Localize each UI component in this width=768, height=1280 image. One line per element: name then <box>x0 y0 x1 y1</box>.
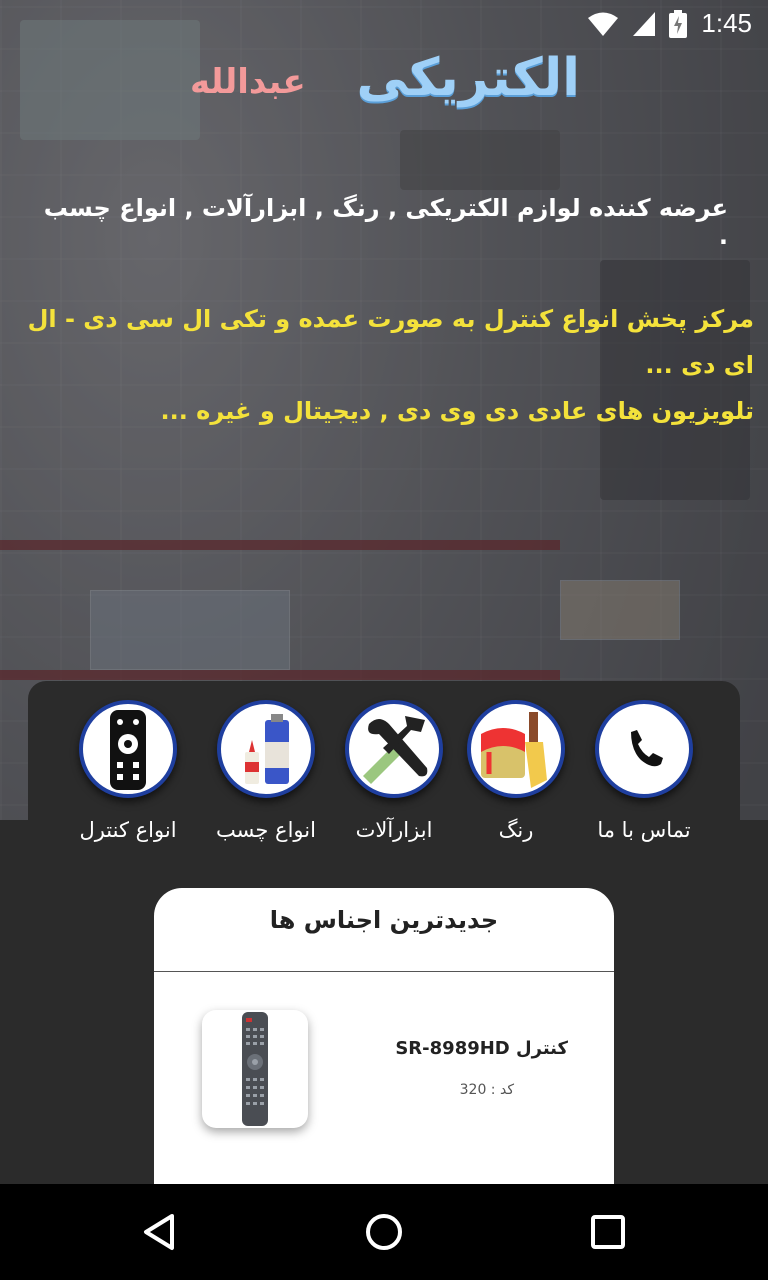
cell-signal-icon <box>633 11 656 36</box>
category-label: انواع کنترل <box>79 818 177 842</box>
category-label: تماس با ما <box>597 818 691 842</box>
category-paint[interactable]: رنگ <box>446 700 586 842</box>
tagline: عرضه کننده لوازم الکتریکی , رنگ , ابزارآ… <box>43 194 728 250</box>
tools-icon <box>345 700 443 798</box>
back-icon[interactable] <box>136 1208 184 1256</box>
category-remote-controls[interactable]: انواع کنترل <box>58 700 198 842</box>
category-tools[interactable]: ابزارآلات <box>324 700 464 842</box>
app-logo: الکتریکی عبدالله <box>190 48 590 118</box>
recents-icon[interactable] <box>584 1208 632 1256</box>
phone-icon <box>595 700 693 798</box>
description-line-2: تلویزیون های عادی دی وی دی , دیجیتال و غ… <box>160 397 754 425</box>
wifi-icon <box>588 12 619 36</box>
product-name: کنترل SR-8989HD <box>395 1038 568 1059</box>
description: مرکز پخش انواع کنترل به صورت عمده و تکی … <box>10 296 754 434</box>
logo-main-text: الکتریکی <box>356 48 581 108</box>
category-contact-us[interactable]: تماس با ما <box>574 700 714 842</box>
category-glue[interactable]: انواع چسب <box>196 700 336 842</box>
card-title: جدیدترین اجناس ها <box>154 888 614 972</box>
clock: 1:45 <box>701 8 752 38</box>
home-icon[interactable] <box>360 1208 408 1256</box>
remote-control-icon <box>79 700 177 798</box>
category-label: رنگ <box>498 818 534 842</box>
product-image <box>202 1010 308 1128</box>
description-line-1: مرکز پخش انواع کنترل به صورت عمده و تکی … <box>27 305 754 379</box>
battery-charging-icon <box>669 9 688 38</box>
status-bar: 1:45 <box>0 0 768 50</box>
navigation-bar <box>0 1184 768 1280</box>
product-code: کد : 320 <box>459 1082 514 1098</box>
logo-sub-text: عبدالله <box>190 62 306 102</box>
newest-products-card: جدیدترین اجناس ها کنترل SR-8989HD کد: 3… <box>154 888 614 1184</box>
glue-icon <box>217 700 315 798</box>
category-label: ابزارآلات <box>355 818 433 842</box>
category-label: انواع چسب <box>216 818 316 842</box>
paint-bucket-icon <box>467 700 565 798</box>
